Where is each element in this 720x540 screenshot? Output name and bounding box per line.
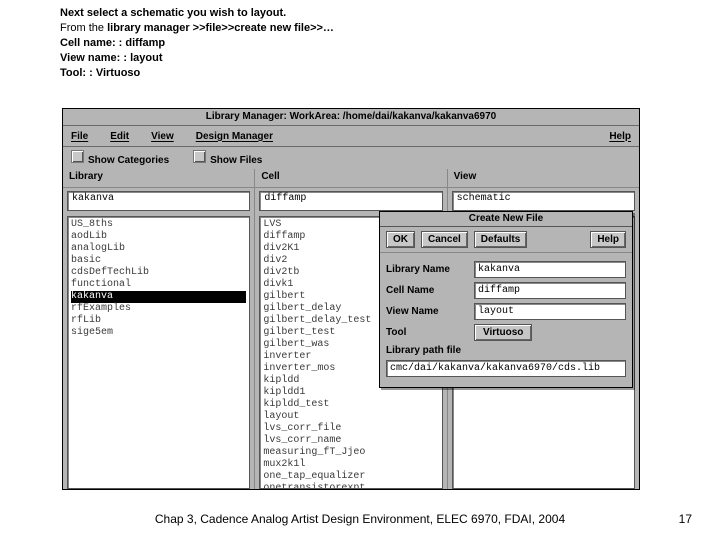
help-button[interactable]: Help xyxy=(590,231,626,248)
list-item[interactable]: measuring_fT_Jjeo xyxy=(263,447,438,459)
cell-header: Cell xyxy=(255,169,446,188)
cell-current-field[interactable]: diffamp xyxy=(259,191,442,211)
library-name-field[interactable]: kakanva xyxy=(474,261,626,278)
list-item[interactable]: analogLib xyxy=(71,243,246,255)
library-path-label: Library path file xyxy=(386,345,468,356)
list-item[interactable]: US_8ths xyxy=(71,219,246,231)
footer: Chap 3, Cadence Analog Artist Design Env… xyxy=(0,512,720,526)
instruction-block: Next select a schematic you wish to layo… xyxy=(60,6,620,81)
window-title: Library Manager: WorkArea: /home/dai/kak… xyxy=(63,109,639,126)
instr-line5: Tool: : Virtuoso xyxy=(60,67,140,79)
view-name-label: View Name xyxy=(386,306,468,317)
checkbox-icon xyxy=(71,150,84,163)
page-number: 17 xyxy=(679,512,692,526)
instr-line2a: From the xyxy=(60,22,107,34)
list-item[interactable]: cdsDefTechLib xyxy=(71,267,246,279)
library-name-label: Library Name xyxy=(386,264,468,275)
list-item[interactable]: basic xyxy=(71,255,246,267)
menu-help[interactable]: Help xyxy=(609,131,631,142)
menu-file[interactable]: File xyxy=(71,131,88,142)
menu-design-manager[interactable]: Design Manager xyxy=(196,131,273,142)
dialog-body: Library Name kakanva Cell Name diffamp Vie… xyxy=(380,253,632,387)
library-header: Library xyxy=(63,169,254,188)
menu-edit[interactable]: Edit xyxy=(110,131,129,142)
screenshot-frame: Library Manager: WorkArea: /home/dai/kak… xyxy=(62,108,640,490)
dialog-button-row: OK Cancel Defaults Help xyxy=(380,227,632,253)
list-item[interactable]: kipldd1 xyxy=(263,387,438,399)
cell-name-field[interactable]: diffamp xyxy=(474,282,626,299)
list-item[interactable]: rfExamples xyxy=(71,303,246,315)
create-new-file-dialog: Create New File OK Cancel Defaults Help … xyxy=(379,211,633,388)
list-item[interactable]: mux2k1l xyxy=(263,459,438,471)
list-item[interactable]: lvs_corr_name xyxy=(263,435,438,447)
view-name-field[interactable]: layout xyxy=(474,303,626,320)
instr-line2b: library manager >>file>>create new file>… xyxy=(107,22,334,34)
instr-line1: Next select a schematic you wish to layo… xyxy=(60,7,286,19)
list-item[interactable]: functional xyxy=(71,279,246,291)
library-current-field[interactable]: kakanva xyxy=(67,191,250,211)
view-current-field[interactable]: schematic xyxy=(452,191,635,211)
instr-line3: Cell name: : diffamp xyxy=(60,37,165,49)
list-item[interactable]: lvs_corr_file xyxy=(263,423,438,435)
options-row: Show Categories Show Files xyxy=(63,147,639,169)
list-item[interactable]: aodLib xyxy=(71,231,246,243)
list-item[interactable]: kipldd_test xyxy=(263,399,438,411)
ok-button[interactable]: OK xyxy=(386,231,415,248)
tool-label: Tool xyxy=(386,327,468,338)
list-item[interactable]: sige5em xyxy=(71,327,246,339)
dialog-title: Create New File xyxy=(380,212,632,227)
list-item[interactable]: one_tap_equalizer xyxy=(263,471,438,483)
checkbox-icon xyxy=(193,150,206,163)
defaults-button[interactable]: Defaults xyxy=(474,231,527,248)
show-categories-checkbox[interactable]: Show Categories xyxy=(71,150,169,166)
library-column: Library kakanva US_8thsaodLibanalogLibba… xyxy=(63,169,255,490)
library-list[interactable]: US_8thsaodLibanalogLibbasiccdsDefTechLib… xyxy=(67,216,250,489)
list-item[interactable]: layout xyxy=(263,411,438,423)
tool-selector[interactable]: Virtuoso xyxy=(474,324,532,341)
list-item[interactable]: onetransistorexpt xyxy=(263,483,438,489)
list-item[interactable]: kakanva xyxy=(71,291,246,303)
cell-name-label: Cell Name xyxy=(386,285,468,296)
show-files-checkbox[interactable]: Show Files xyxy=(193,150,262,166)
view-header: View xyxy=(448,169,639,188)
list-item[interactable]: rfLib xyxy=(71,315,246,327)
library-path-field[interactable]: cmc/dai/kakanva/kakanva6970/cds.lib xyxy=(386,360,626,377)
menu-view[interactable]: View xyxy=(151,131,174,142)
instr-line4: View name: : layout xyxy=(60,52,163,64)
cancel-button[interactable]: Cancel xyxy=(421,231,468,248)
menu-bar: File Edit View Design Manager Help xyxy=(63,126,639,147)
